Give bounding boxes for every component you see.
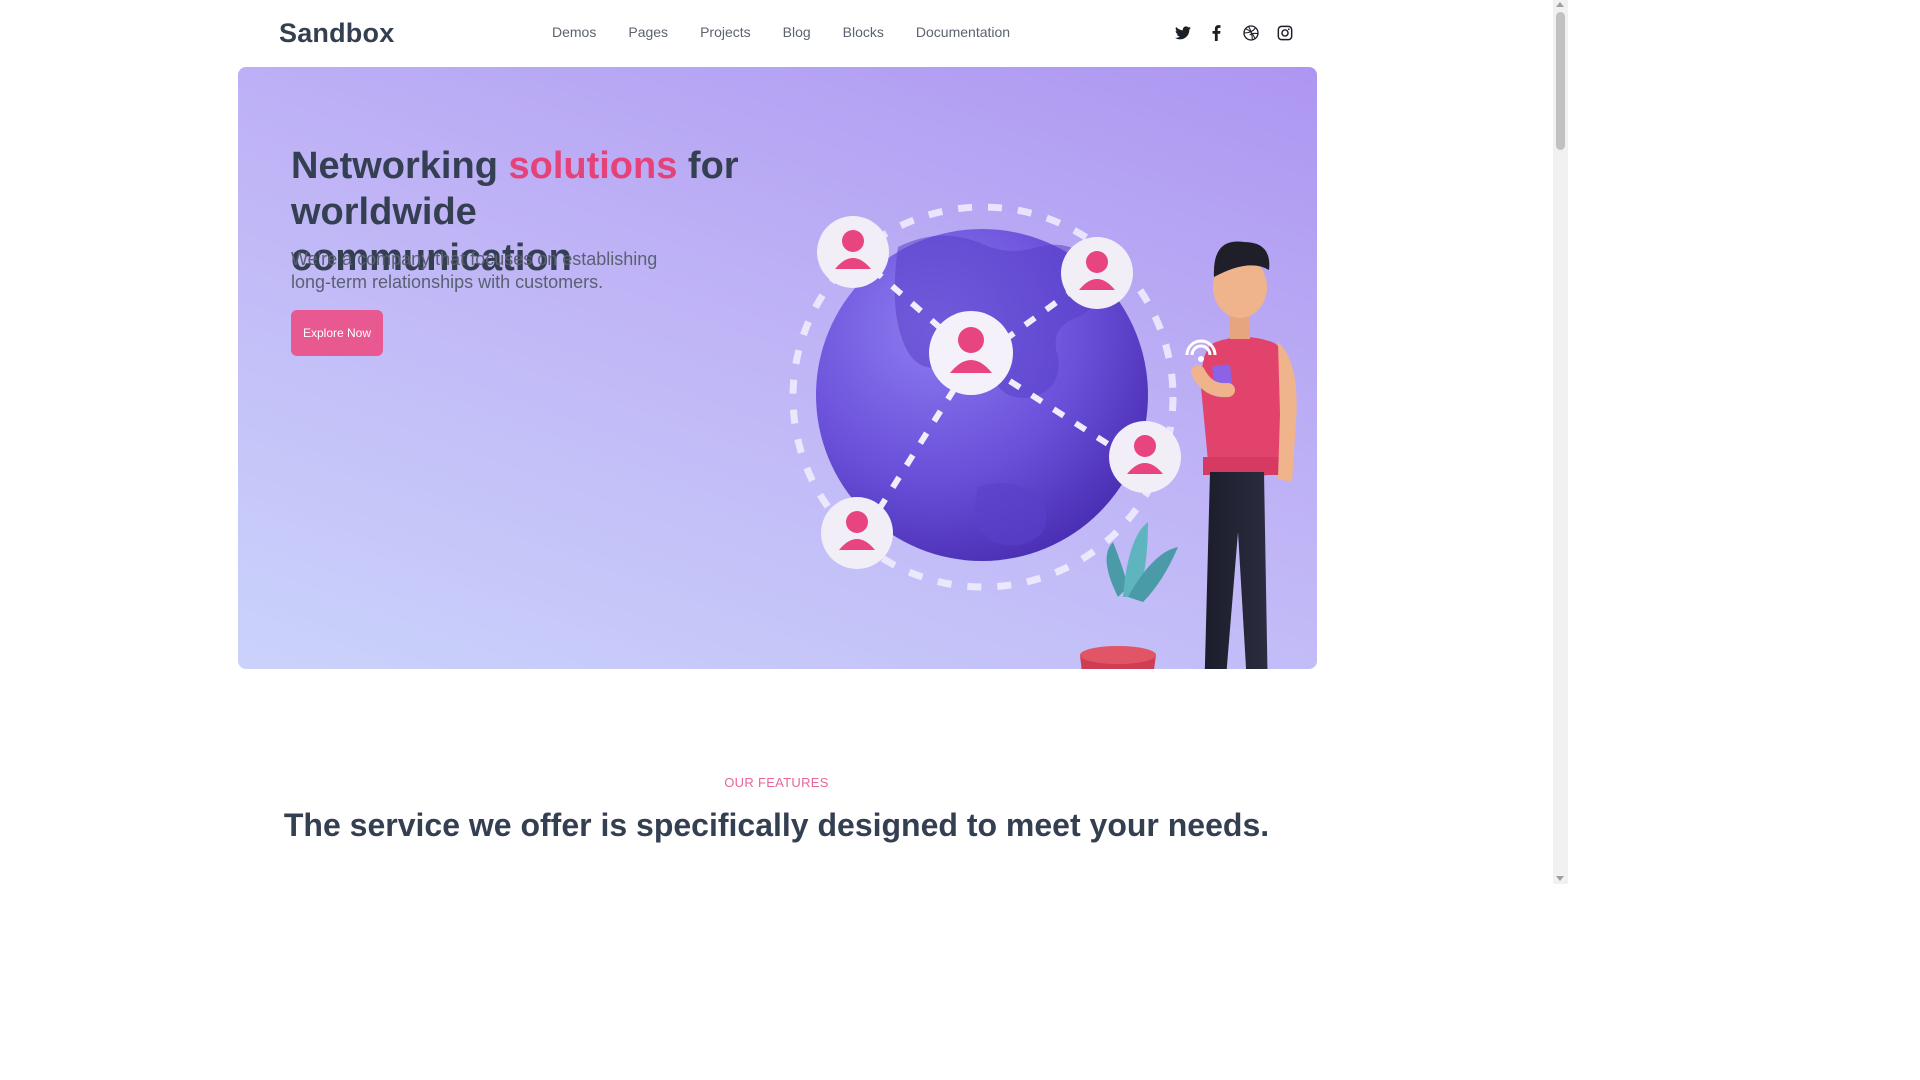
site-header: Sandbox Demos Pages Projects Blog Blocks… — [0, 0, 1553, 66]
hero-section: Networking solutions for worldwide commu… — [238, 67, 1317, 669]
scrollbar-thumb[interactable] — [1556, 12, 1565, 150]
vertical-scrollbar[interactable] — [1553, 0, 1568, 884]
instagram-icon[interactable] — [1276, 24, 1293, 41]
user-node-icon — [1109, 421, 1181, 493]
main-nav: Demos Pages Projects Blog Blocks Documen… — [552, 24, 1042, 40]
nav-item-demos[interactable]: Demos — [552, 24, 596, 40]
user-node-icon — [929, 311, 1013, 395]
explore-now-button[interactable]: Explore Now — [291, 310, 383, 356]
plant-illustration — [1080, 522, 1178, 669]
hero-illustration — [789, 203, 1297, 669]
user-node-icon — [821, 497, 893, 569]
nav-item-blocks[interactable]: Blocks — [843, 24, 884, 40]
nav-item-projects[interactable]: Projects — [700, 24, 751, 40]
user-node-icon — [817, 216, 889, 288]
nav-item-pages[interactable]: Pages — [628, 24, 668, 40]
facebook-icon[interactable] — [1208, 24, 1225, 41]
social-links — [1174, 24, 1293, 41]
features-title: The service we offer is specifically des… — [283, 807, 1270, 843]
scroll-up-arrow-icon[interactable] — [1556, 2, 1564, 7]
person-illustration — [1185, 241, 1297, 669]
dribbble-icon[interactable] — [1242, 24, 1259, 41]
hero-title-accent: solutions — [508, 145, 678, 187]
nav-item-blog[interactable]: Blog — [783, 24, 811, 40]
user-node-icon — [1061, 237, 1133, 309]
logo[interactable]: Sandbox — [279, 18, 394, 49]
nav-item-documentation[interactable]: Documentation — [916, 24, 1010, 40]
twitter-icon[interactable] — [1174, 24, 1191, 41]
scroll-down-arrow-icon[interactable] — [1556, 876, 1564, 881]
hero-subtitle: We're a company that focuses on establis… — [291, 249, 658, 292]
features-eyebrow: OUR FEATURES — [724, 775, 829, 790]
